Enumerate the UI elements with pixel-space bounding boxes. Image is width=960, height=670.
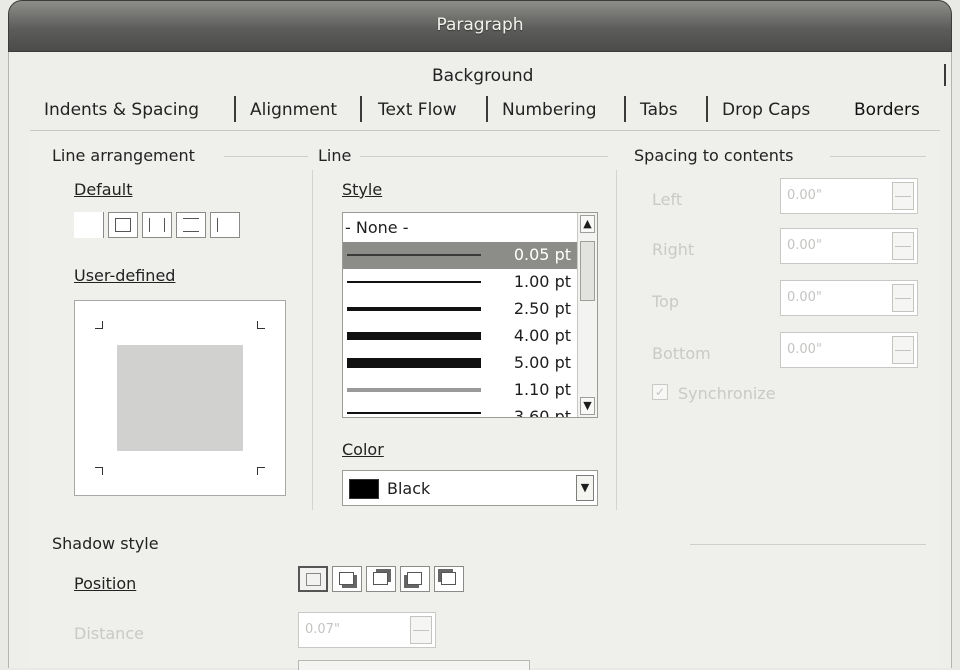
tab-separator bbox=[360, 96, 362, 122]
right-label: Right bbox=[652, 240, 695, 259]
title-bar: Paragraph bbox=[8, 0, 952, 52]
list-scrollbar[interactable]: ▲ ▼ bbox=[577, 213, 597, 417]
shadow-style-title: Shadow style bbox=[52, 534, 159, 553]
bottom-spacing-field[interactable]: 0.00" bbox=[780, 332, 918, 368]
list-item[interactable]: - None - bbox=[343, 215, 577, 242]
section-rule bbox=[224, 156, 308, 157]
left-spacing-field[interactable]: 0.00" bbox=[780, 178, 918, 214]
tab-indents-spacing[interactable]: Indents & Spacing bbox=[44, 100, 199, 120]
tab-separator bbox=[234, 96, 236, 122]
right-spacing-field[interactable]: 0.00" bbox=[780, 228, 918, 264]
distance-field[interactable]: 0.07" bbox=[298, 612, 436, 648]
line-color-combo[interactable]: Black ▼ bbox=[342, 470, 598, 506]
border-preview[interactable] bbox=[74, 300, 286, 496]
list-item[interactable]: 5.00 pt bbox=[343, 350, 577, 377]
list-item-selected[interactable]: 0.05 pt bbox=[343, 242, 577, 269]
position-label: Position bbox=[74, 574, 137, 593]
shadow-top-left[interactable] bbox=[434, 566, 464, 592]
section-rule bbox=[830, 156, 926, 157]
top-label: Top bbox=[652, 292, 679, 311]
tab-separator bbox=[486, 96, 488, 122]
color-value: Black bbox=[387, 479, 431, 498]
top-spacing-field[interactable]: 0.00" bbox=[780, 280, 918, 316]
default-label: Default bbox=[74, 180, 133, 199]
distance-label: Distance bbox=[74, 624, 144, 643]
corner-mark bbox=[95, 321, 103, 329]
line-arrangement-title: Line arrangement bbox=[52, 146, 195, 165]
shadow-color-combo[interactable] bbox=[298, 660, 530, 670]
window-title: Paragraph bbox=[436, 15, 524, 35]
section-separator bbox=[616, 170, 617, 510]
shadow-bottom-right[interactable] bbox=[332, 566, 362, 592]
tab-numbering[interactable]: Numbering bbox=[502, 100, 597, 120]
scroll-thumb[interactable] bbox=[580, 241, 595, 301]
list-item[interactable]: 4.00 pt bbox=[343, 323, 577, 350]
tab-separator bbox=[706, 96, 708, 122]
preset-top-bottom-borders[interactable] bbox=[176, 212, 206, 238]
corner-mark bbox=[95, 467, 103, 475]
tab-background[interactable]: Background bbox=[432, 66, 533, 86]
section-separator bbox=[312, 170, 313, 510]
tab-text-flow[interactable]: Text Flow bbox=[378, 100, 457, 120]
color-swatch bbox=[349, 479, 379, 499]
synchronize-checkbox[interactable]: ✓ bbox=[652, 384, 668, 400]
line-title: Line bbox=[318, 146, 352, 165]
list-item[interactable]: 1.10 pt bbox=[343, 377, 577, 404]
preset-all-borders[interactable] bbox=[108, 212, 138, 238]
section-rule bbox=[360, 156, 608, 157]
corner-mark bbox=[257, 321, 265, 329]
tab-separator bbox=[944, 64, 946, 86]
list-item[interactable]: 2.50 pt bbox=[343, 296, 577, 323]
bottom-label: Bottom bbox=[652, 344, 711, 363]
section-rule bbox=[690, 544, 926, 545]
tab-borders[interactable]: Borders bbox=[854, 100, 920, 120]
scroll-down-icon[interactable]: ▼ bbox=[580, 397, 595, 415]
color-label: Color bbox=[342, 440, 384, 459]
shadow-none[interactable] bbox=[298, 566, 328, 592]
preset-left-border[interactable] bbox=[210, 212, 240, 238]
tab-tabs[interactable]: Tabs bbox=[640, 100, 678, 120]
preset-left-right-borders[interactable] bbox=[142, 212, 172, 238]
spacing-title: Spacing to contents bbox=[634, 146, 794, 165]
synchronize-label: Synchronize bbox=[678, 384, 776, 403]
line-style-list[interactable]: - None - 0.05 pt 1.00 pt 2.50 pt 4.00 pt… bbox=[342, 212, 598, 418]
tab-separator bbox=[624, 96, 626, 122]
scroll-up-icon[interactable]: ▲ bbox=[580, 215, 595, 233]
preview-paragraph-box bbox=[117, 345, 243, 451]
user-defined-label: User-defined bbox=[74, 266, 176, 285]
dropdown-arrow-icon[interactable]: ▼ bbox=[576, 475, 594, 501]
shadow-bottom-left[interactable] bbox=[400, 566, 430, 592]
preset-no-borders[interactable] bbox=[74, 212, 104, 238]
list-item[interactable]: 3.60 pt bbox=[343, 404, 577, 417]
tab-drop-caps[interactable]: Drop Caps bbox=[722, 100, 810, 120]
shadow-top-right[interactable] bbox=[366, 566, 396, 592]
style-label: Style bbox=[342, 180, 383, 199]
tab-alignment[interactable]: Alignment bbox=[250, 100, 337, 120]
list-item[interactable]: 1.00 pt bbox=[343, 269, 577, 296]
left-label: Left bbox=[652, 190, 683, 209]
corner-mark bbox=[257, 467, 265, 475]
